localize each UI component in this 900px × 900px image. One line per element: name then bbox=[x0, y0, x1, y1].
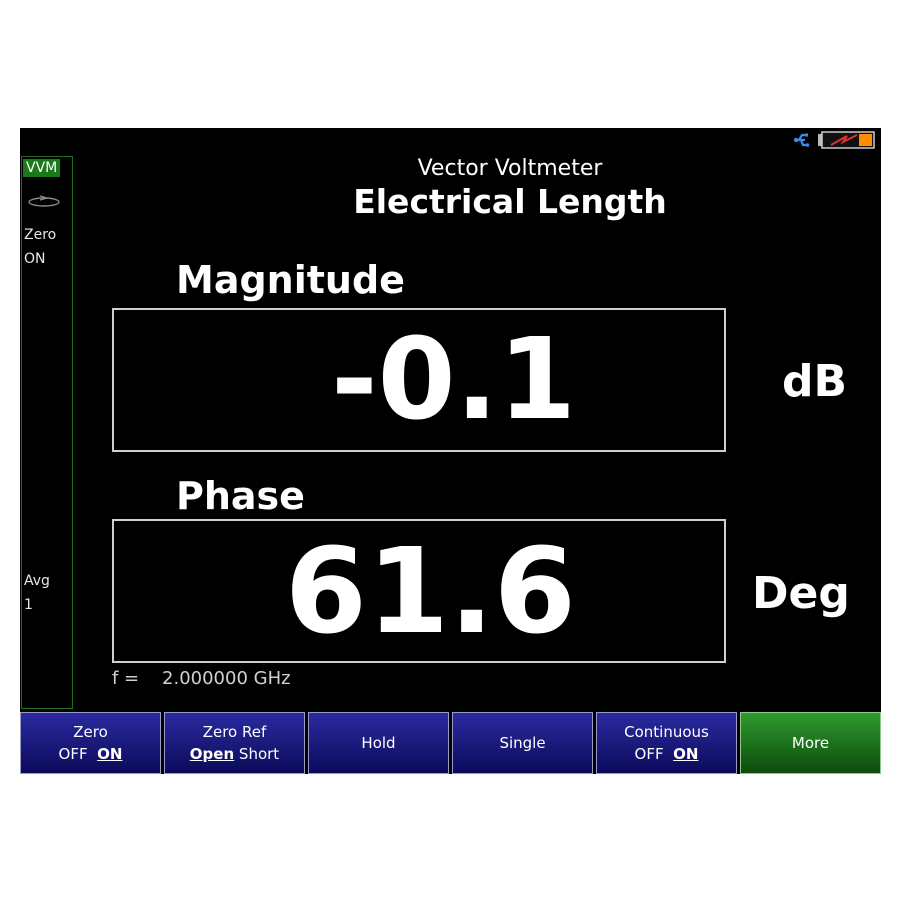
mode-badge: VVM bbox=[23, 159, 61, 177]
softkey-label: Continuous bbox=[624, 723, 709, 741]
frequency-value: 2.000000 GHz bbox=[162, 668, 291, 689]
more-softkey[interactable]: More bbox=[740, 712, 881, 774]
softkey-options: Open Short bbox=[190, 743, 279, 765]
zero-ref-softkey[interactable]: Zero Ref Open Short bbox=[164, 712, 305, 774]
softkey-label: Zero Ref bbox=[202, 723, 267, 741]
usb-icon bbox=[793, 133, 810, 147]
page-title: Vector Voltmeter bbox=[417, 156, 603, 181]
softkey-label: Single bbox=[499, 734, 546, 752]
option-open-selected: Open bbox=[189, 745, 235, 763]
magnitude-unit: dB bbox=[782, 356, 848, 407]
softkey-label: More bbox=[791, 734, 830, 752]
phase-unit: Deg bbox=[752, 568, 850, 619]
page-subtitle: Electrical Length bbox=[353, 182, 667, 221]
instrument-screen: VVM Zero ON Avg 1 Vector Voltmeter Elect… bbox=[20, 128, 881, 774]
frequency-readout: f = 2.000000 GHz bbox=[112, 668, 291, 689]
zero-status-value: ON bbox=[24, 251, 46, 267]
option-off: OFF bbox=[634, 745, 664, 763]
zero-status-label: Zero bbox=[24, 227, 57, 243]
arrow-cycle-icon bbox=[28, 195, 60, 207]
option-on-selected: ON bbox=[673, 745, 699, 763]
phase-label: Phase bbox=[176, 474, 305, 518]
option-short: Short bbox=[238, 745, 280, 763]
magnitude-readout-box: -0.1 bbox=[112, 308, 726, 452]
avg-status-label: Avg bbox=[24, 573, 50, 589]
magnitude-value: -0.1 bbox=[331, 315, 576, 445]
option-on-selected: ON bbox=[97, 745, 123, 763]
frequency-prefix: f = bbox=[112, 668, 140, 689]
softkey-options: OFF ON bbox=[635, 743, 699, 765]
status-icons bbox=[793, 130, 875, 150]
softkey-bar: Zero OFF ON Zero Ref Open Short Hold Sin… bbox=[20, 712, 881, 774]
single-softkey[interactable]: Single bbox=[452, 712, 593, 774]
hold-softkey[interactable]: Hold bbox=[308, 712, 449, 774]
phase-value: 61.6 bbox=[284, 522, 576, 660]
softkey-options: OFF ON bbox=[59, 743, 123, 765]
magnitude-label: Magnitude bbox=[176, 258, 405, 302]
left-status-panel: VVM Zero ON Avg 1 bbox=[21, 156, 73, 709]
softkey-label: Hold bbox=[361, 734, 396, 752]
zero-softkey[interactable]: Zero OFF ON bbox=[20, 712, 161, 774]
battery-icon bbox=[818, 131, 875, 149]
avg-status-value: 1 bbox=[24, 597, 33, 613]
option-off: OFF bbox=[58, 745, 88, 763]
continuous-softkey[interactable]: Continuous OFF ON bbox=[596, 712, 737, 774]
phase-readout-box: 61.6 bbox=[112, 519, 726, 663]
softkey-label: Zero bbox=[73, 723, 108, 741]
